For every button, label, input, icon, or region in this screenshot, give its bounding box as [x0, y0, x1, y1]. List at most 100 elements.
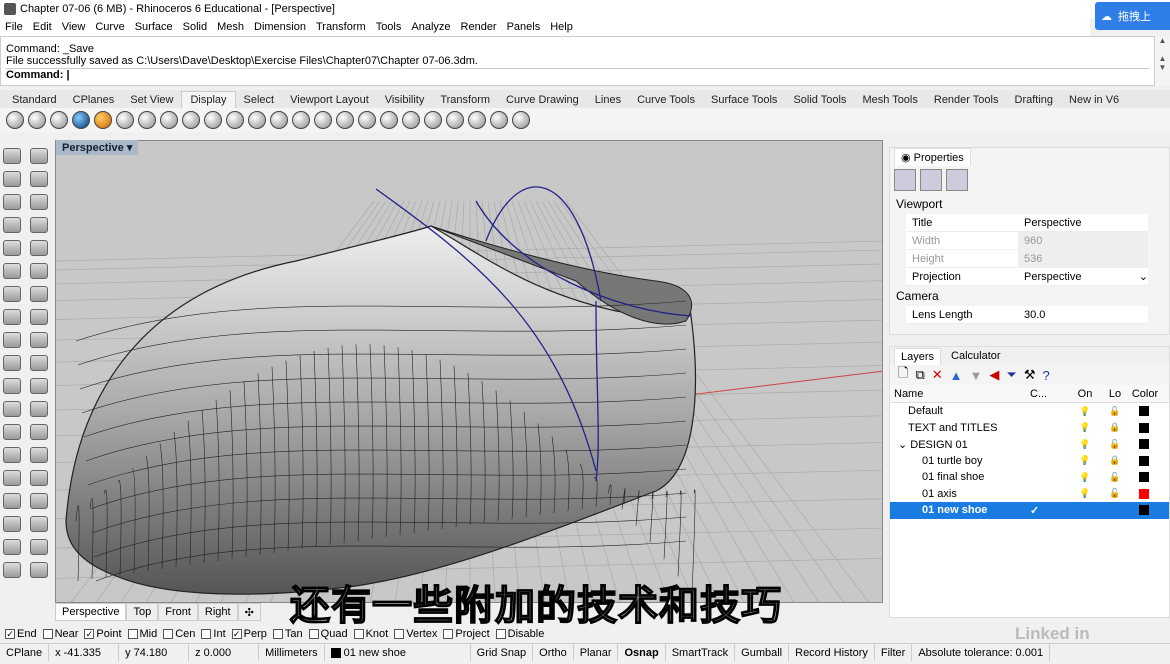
- tool-icon[interactable]: [3, 539, 21, 555]
- viewport-label[interactable]: Perspective ▾: [56, 140, 139, 155]
- checkbox[interactable]: ✓: [84, 628, 95, 639]
- tab-drafting[interactable]: Drafting: [1007, 92, 1062, 108]
- osnap-disable[interactable]: Disable: [495, 628, 544, 640]
- display-mode-icon[interactable]: [72, 111, 90, 129]
- display-mode-icon[interactable]: [424, 111, 442, 129]
- osnap-int[interactable]: Int: [201, 628, 226, 640]
- menu-curve[interactable]: Curve: [90, 21, 129, 33]
- tool-icon[interactable]: [3, 309, 21, 325]
- checkbox[interactable]: [42, 628, 53, 639]
- tab-visibility[interactable]: Visibility: [377, 92, 433, 108]
- layer-row[interactable]: Default 💡 🔓: [890, 403, 1169, 420]
- checkbox[interactable]: [353, 628, 364, 639]
- osnap-quad[interactable]: Quad: [308, 628, 348, 640]
- color-swatch[interactable]: [1138, 472, 1149, 483]
- add-viewport-tab-icon[interactable]: ✣: [237, 603, 261, 621]
- tool-icon[interactable]: [3, 355, 21, 371]
- menu-mesh[interactable]: Mesh: [212, 21, 249, 33]
- tab-surface-tools[interactable]: Surface Tools: [703, 92, 785, 108]
- layer-name-cell[interactable]: 01 axis: [890, 488, 1030, 500]
- tool-icon[interactable]: [3, 493, 21, 509]
- filter-icon[interactable]: ⏷: [1006, 367, 1016, 383]
- tool-icon[interactable]: [3, 217, 21, 233]
- tools-icon[interactable]: ⚒: [1024, 367, 1036, 383]
- tool-icon[interactable]: [3, 424, 21, 440]
- lightbulb-icon[interactable]: 💡: [1070, 455, 1100, 466]
- osnap-end[interactable]: ✓ End: [5, 628, 37, 640]
- tab-solid-tools[interactable]: Solid Tools: [785, 92, 854, 108]
- tool-icon[interactable]: [3, 194, 21, 210]
- tool-icon[interactable]: [3, 332, 21, 348]
- viewport-icon[interactable]: [920, 169, 942, 191]
- tab-calculator[interactable]: Calculator: [945, 348, 1007, 364]
- display-mode-icon[interactable]: [446, 111, 464, 129]
- layer-name-cell[interactable]: 01 turtle boy: [890, 455, 1030, 467]
- layer-name-cell[interactable]: 01 new shoe: [890, 504, 1030, 516]
- tool-icon[interactable]: [3, 171, 21, 187]
- color-swatch[interactable]: [1138, 488, 1149, 499]
- tool-icon[interactable]: [3, 263, 21, 279]
- osnap-tan[interactable]: Tan: [272, 628, 303, 640]
- column-header[interactable]: Lo: [1100, 388, 1130, 400]
- command-scrollbar[interactable]: ▲ ▲ ▼: [1155, 36, 1170, 86]
- lock-icon[interactable]: 🔒: [1100, 422, 1130, 433]
- tool-icon[interactable]: [30, 401, 48, 417]
- tab-curve-drawing[interactable]: Curve Drawing: [498, 92, 587, 108]
- tab-set-view[interactable]: Set View: [122, 92, 181, 108]
- display-mode-icon[interactable]: [292, 111, 310, 129]
- property-row[interactable]: Title Perspective: [906, 214, 1148, 232]
- menu-render[interactable]: Render: [456, 21, 502, 33]
- display-mode-icon[interactable]: [160, 111, 178, 129]
- command-input[interactable]: Command: |: [6, 68, 1149, 81]
- display-mode-icon[interactable]: [270, 111, 288, 129]
- osnap-knot[interactable]: Knot: [353, 628, 388, 640]
- menu-edit[interactable]: Edit: [28, 21, 57, 33]
- tool-icon[interactable]: [3, 240, 21, 256]
- tab-cplanes[interactable]: CPlanes: [65, 92, 123, 108]
- color-cell[interactable]: [1130, 455, 1160, 466]
- property-row[interactable]: Height 536: [906, 250, 1148, 268]
- tool-icon[interactable]: [30, 171, 48, 187]
- menu-dimension[interactable]: Dimension: [249, 21, 311, 33]
- layer-row[interactable]: 01 axis 💡 🔓: [890, 486, 1169, 503]
- menu-tools[interactable]: Tools: [371, 21, 407, 33]
- tab-lines[interactable]: Lines: [587, 92, 629, 108]
- tool-icon[interactable]: [3, 286, 21, 302]
- osnap-point[interactable]: ✓ Point: [84, 628, 122, 640]
- osnap-project[interactable]: Project: [443, 628, 490, 640]
- cloud-upload-button[interactable]: ☁ 拖拽上: [1095, 2, 1170, 30]
- tool-icon[interactable]: [30, 378, 48, 394]
- property-row[interactable]: Projection Perspective ⌄: [906, 268, 1148, 286]
- tab-new-in-v6[interactable]: New in V6: [1061, 92, 1127, 108]
- layer-name-cell[interactable]: 01 final shoe: [890, 471, 1030, 483]
- color-swatch[interactable]: [1138, 455, 1149, 466]
- tab-mesh-tools[interactable]: Mesh Tools: [854, 92, 925, 108]
- checkbox[interactable]: ✓: [231, 628, 242, 639]
- status-toggle-record-history[interactable]: Record History: [789, 644, 875, 661]
- checkbox[interactable]: [272, 628, 283, 639]
- display-mode-icon[interactable]: [380, 111, 398, 129]
- tool-icon[interactable]: [3, 516, 21, 532]
- current-cell[interactable]: ✓: [1030, 504, 1070, 517]
- color-cell[interactable]: [1130, 488, 1160, 499]
- display-mode-icon[interactable]: [204, 111, 222, 129]
- move-parent-icon[interactable]: ◀: [989, 367, 999, 383]
- new-sublayer-icon[interactable]: ⧉: [915, 367, 924, 383]
- tool-icon[interactable]: [30, 309, 48, 325]
- layer-row[interactable]: 01 new shoe ✓: [890, 502, 1169, 519]
- tool-icon[interactable]: [30, 493, 48, 509]
- tool-icon[interactable]: [30, 447, 48, 463]
- color-cell[interactable]: [1130, 439, 1160, 450]
- column-header[interactable]: Name: [890, 388, 1030, 400]
- menu-help[interactable]: Help: [545, 21, 578, 33]
- checkbox[interactable]: [163, 628, 174, 639]
- osnap-mid[interactable]: Mid: [127, 628, 157, 640]
- lightbulb-icon[interactable]: 💡: [1070, 406, 1100, 417]
- tab-properties[interactable]: ◉ Properties: [894, 148, 971, 166]
- tool-icon[interactable]: [30, 263, 48, 279]
- checkbox[interactable]: [394, 628, 405, 639]
- object-icon[interactable]: [946, 169, 968, 191]
- menu-file[interactable]: File: [0, 21, 28, 33]
- display-mode-icon[interactable]: [468, 111, 486, 129]
- tool-icon[interactable]: [30, 217, 48, 233]
